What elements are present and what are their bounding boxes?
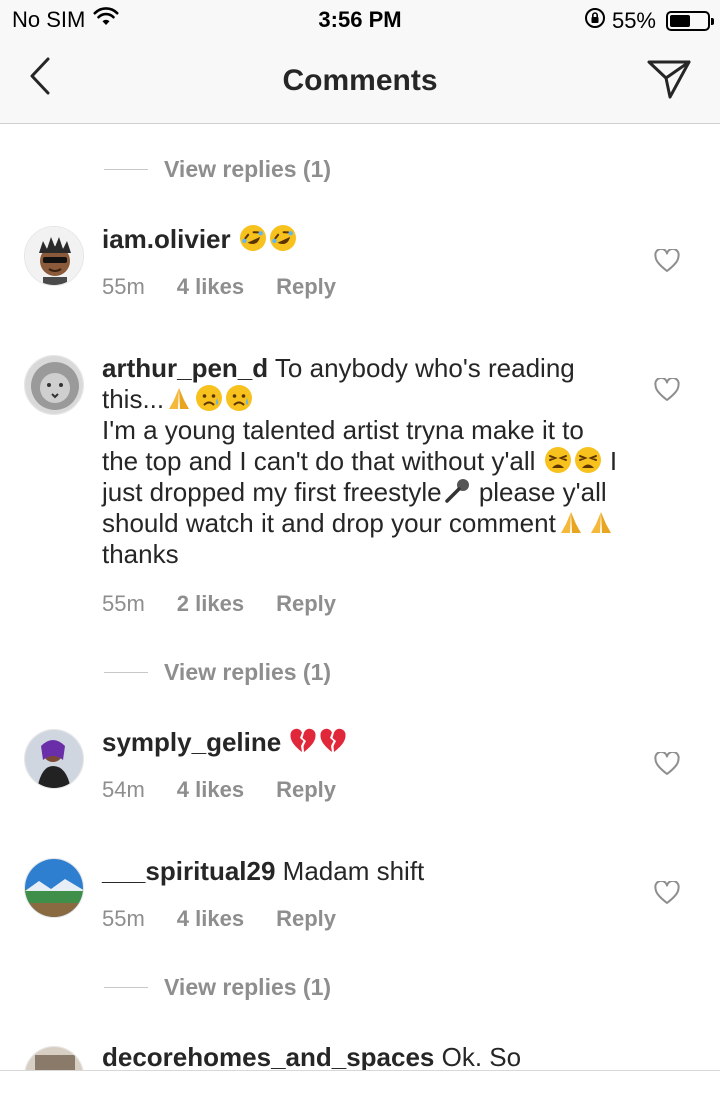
comment-username[interactable]: iam.olivier — [102, 224, 231, 254]
comment-text: symply_geline — [102, 727, 622, 758]
avatar[interactable] — [24, 1046, 84, 1070]
comment-meta: 54m 4 likes Reply — [102, 777, 336, 803]
comment-meta: 55m 4 likes Reply — [102, 274, 336, 300]
comment-time: 55m — [102, 274, 145, 299]
comment-emojis — [238, 224, 298, 254]
comment-likes[interactable]: 4 likes — [177, 906, 244, 932]
comment-text: decorehomes_and_spaces Ok. So — [102, 1042, 622, 1070]
bottom-strip — [0, 1071, 720, 1093]
page-title: Comments — [282, 64, 438, 97]
avatar[interactable] — [24, 355, 84, 415]
comment-likes[interactable]: 4 likes — [177, 777, 244, 803]
comment-username[interactable]: symply_geline — [102, 727, 281, 757]
comment-text-part: thanks — [102, 539, 179, 569]
comment-emojis — [288, 727, 348, 757]
reply-button[interactable]: Reply — [276, 274, 336, 300]
comment-item: ___spiritual29 Madam shift 55m 4 likes R… — [0, 856, 720, 956]
tired-face-emoji-icon — [544, 446, 572, 474]
view-replies-label: View replies (1) — [164, 156, 332, 182]
heart-outline-icon — [654, 376, 680, 406]
comment-text-part: Madam shift — [282, 856, 425, 886]
tired-face-emoji-icon — [574, 446, 602, 474]
comment-text: iam.olivier — [102, 224, 622, 255]
comment-time: 55m — [102, 906, 145, 931]
comments-list[interactable]: View replies (1) iam.olivier 55m 4 likes… — [0, 124, 720, 1070]
reply-button[interactable]: Reply — [276, 777, 336, 803]
avatar[interactable] — [24, 858, 84, 918]
reply-button[interactable]: Reply — [276, 906, 336, 932]
battery-cap — [711, 18, 714, 25]
comment-text: ___spiritual29 Madam shift — [102, 856, 622, 887]
heart-outline-icon — [654, 750, 680, 780]
comment-text: arthur_pen_d To anybody who's reading th… — [102, 353, 622, 570]
reply-button[interactable]: Reply — [276, 591, 336, 617]
comment-item: symply_geline 54m 4 likes Reply — [0, 727, 720, 827]
microphone-emoji-icon — [443, 477, 471, 505]
like-button[interactable] — [654, 750, 680, 780]
comment-username[interactable]: decorehomes_and_spaces — [102, 1042, 434, 1070]
view-replies-button[interactable]: View replies (1) — [104, 156, 331, 183]
battery-fill — [670, 15, 690, 27]
status-right: 55% — [584, 7, 714, 35]
comment-text-part: I'm a young talented artist tryna make i… — [102, 415, 584, 476]
comment-username[interactable]: arthur_pen_d — [102, 353, 268, 383]
orientation-lock-icon — [584, 7, 606, 35]
rolling-laughing-emoji-icon — [269, 224, 297, 252]
folded-hands-emoji-icon — [165, 384, 193, 412]
comment-meta: 55m 2 likes Reply — [102, 591, 336, 617]
like-button[interactable] — [654, 247, 680, 277]
sad-face-emoji-icon — [225, 384, 253, 412]
battery-icon — [666, 11, 714, 31]
direct-message-button[interactable] — [644, 56, 694, 106]
folded-hands-emoji-icon — [587, 508, 615, 536]
folded-hands-emoji-icon — [557, 508, 585, 536]
like-button[interactable] — [654, 879, 680, 909]
view-replies-divider — [104, 672, 148, 673]
view-replies-divider — [104, 987, 148, 988]
avatar[interactable] — [24, 729, 84, 789]
nav-bar: Comments — [0, 40, 720, 124]
rolling-laughing-emoji-icon — [239, 224, 267, 252]
comment-text-part: Ok. So — [441, 1042, 522, 1070]
sad-face-emoji-icon — [195, 384, 223, 412]
comment-time: 55m — [102, 591, 145, 616]
avatar[interactable] — [24, 226, 84, 286]
broken-heart-emoji-icon — [319, 727, 347, 755]
battery-percent: 55% — [611, 8, 656, 33]
comment-likes[interactable]: 2 likes — [177, 591, 244, 617]
comment-likes[interactable]: 4 likes — [177, 274, 244, 300]
broken-heart-emoji-icon — [289, 727, 317, 755]
view-replies-label: View replies (1) — [164, 659, 332, 685]
view-replies-button[interactable]: View replies (1) — [104, 659, 331, 686]
paper-plane-icon — [646, 58, 692, 105]
comment-meta: 55m 4 likes Reply — [102, 906, 336, 932]
heart-outline-icon — [654, 247, 680, 277]
comment-item: arthur_pen_d To anybody who's reading th… — [0, 353, 720, 623]
comment-username[interactable]: ___spiritual29 — [102, 856, 275, 886]
heart-outline-icon — [654, 879, 680, 909]
comment-item: decorehomes_and_spaces Ok. So — [0, 1042, 720, 1070]
view-replies-label: View replies (1) — [164, 974, 332, 1000]
view-replies-divider — [104, 169, 148, 170]
view-replies-button[interactable]: View replies (1) — [104, 974, 331, 1001]
comment-item: iam.olivier 55m 4 likes Reply — [0, 224, 720, 324]
comment-time: 54m — [102, 777, 145, 802]
like-button[interactable] — [654, 376, 680, 406]
status-bar: No SIM 3:56 PM 55% — [0, 0, 720, 40]
